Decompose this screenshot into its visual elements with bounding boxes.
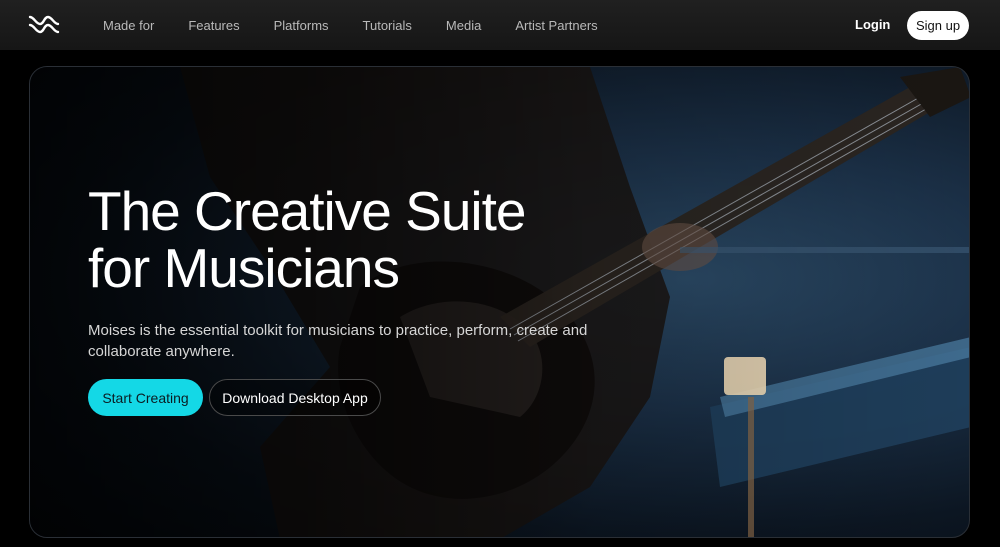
hero-title-line-1: The Creative Suite bbox=[88, 180, 526, 242]
login-link[interactable]: Login bbox=[855, 17, 890, 32]
hero-banner: The Creative Suite for Musicians Moises … bbox=[29, 66, 970, 538]
nav-media[interactable]: Media bbox=[446, 18, 481, 33]
hero-title: The Creative Suite for Musicians bbox=[88, 183, 608, 297]
nav-features[interactable]: Features bbox=[188, 18, 239, 33]
nav-tutorials[interactable]: Tutorials bbox=[363, 18, 412, 33]
start-creating-button[interactable]: Start Creating bbox=[88, 379, 203, 416]
main-nav: Made for Features Platforms Tutorials Me… bbox=[103, 0, 632, 50]
nav-made-for[interactable]: Made for bbox=[103, 18, 154, 33]
nav-platforms[interactable]: Platforms bbox=[274, 18, 329, 33]
hero-subtitle: Moises is the essential toolkit for musi… bbox=[88, 320, 588, 362]
signup-button[interactable]: Sign up bbox=[907, 11, 969, 40]
top-navbar: Made for Features Platforms Tutorials Me… bbox=[0, 0, 1000, 50]
hero-title-line-2: for Musicians bbox=[88, 237, 400, 299]
nav-artist-partners[interactable]: Artist Partners bbox=[515, 18, 597, 33]
moises-logo-icon[interactable] bbox=[28, 14, 60, 36]
hero-overlay bbox=[30, 67, 969, 537]
hero-subtitle-line-2: collaborate anywhere. bbox=[88, 343, 235, 360]
hero-subtitle-line-1: Moises is the essential toolkit for musi… bbox=[88, 322, 588, 339]
download-desktop-app-button[interactable]: Download Desktop App bbox=[209, 379, 381, 416]
